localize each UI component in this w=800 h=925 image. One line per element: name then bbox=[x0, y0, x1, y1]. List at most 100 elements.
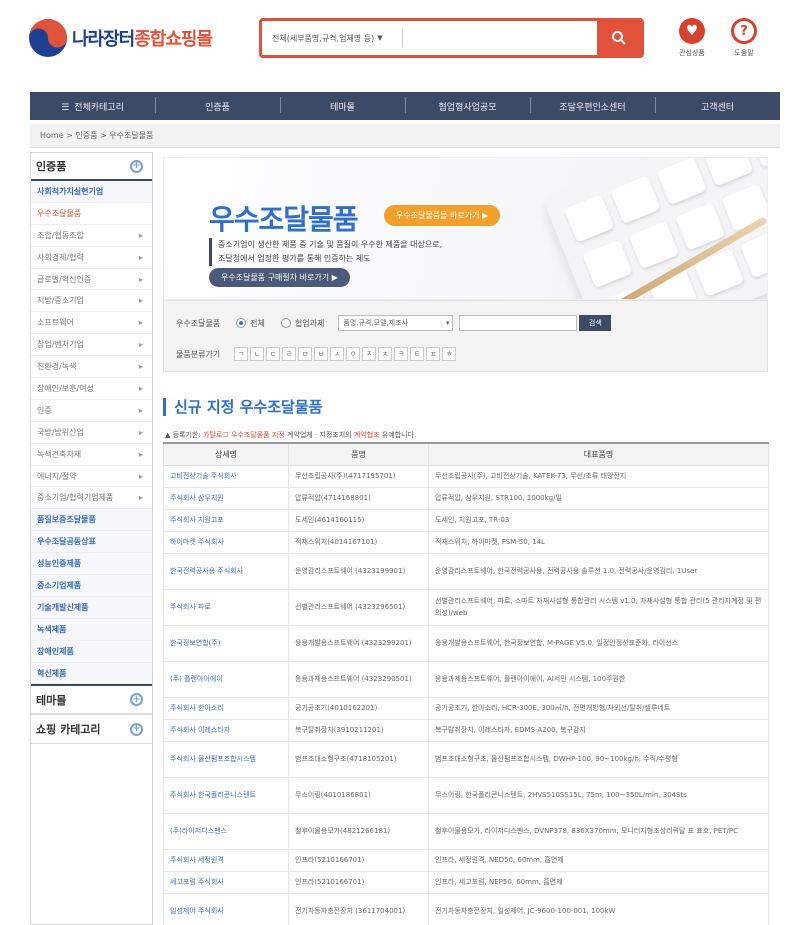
column-header: 대표품명 bbox=[428, 442, 769, 466]
product-name-link[interactable]: 한국정보연합(주) bbox=[163, 624, 289, 662]
sidebar-item[interactable]: 우수조달물품 bbox=[31, 203, 152, 225]
sidebar-item-label: 녹색건축자재 bbox=[37, 449, 82, 459]
consonant-button[interactable]: ㅂ bbox=[314, 347, 329, 361]
product-name-link[interactable]: 한국전력공사용 주식회사 bbox=[163, 552, 289, 590]
nav-collaboration[interactable]: 협업형사업공모 bbox=[405, 96, 530, 113]
product-name-link[interactable]: 일성제어 주식회사 bbox=[163, 892, 289, 925]
section-title: 신규 지정 우수조달물품 bbox=[163, 398, 322, 416]
table-row[interactable]: 주식회사 물산펌프조합시스템 범프조대소형구조(4718105201) 범프조대소형… bbox=[163, 740, 769, 778]
filter-field-select[interactable]: 품명,규격,모델,제조사 ▾ bbox=[338, 315, 454, 331]
sidebar-item[interactable]: 성능인증제품 bbox=[31, 553, 152, 576]
sidebar-item[interactable]: 녹색제품 bbox=[31, 618, 152, 641]
help-button[interactable]: ? 도움말 bbox=[724, 18, 764, 58]
product-name-link[interactable]: 주식회사 세정원격 bbox=[163, 848, 289, 872]
consonant-button[interactable]: ㅍ bbox=[426, 347, 441, 361]
sidebar-item[interactable]: 혁신제품 bbox=[31, 662, 152, 685]
search-input[interactable] bbox=[402, 29, 597, 47]
product-name-link[interactable]: 고비전상기술 주식회사 bbox=[163, 464, 289, 488]
table-row[interactable]: 일성제어 주식회사 전기자동차충전장치 (3611704001) 전기자동차충전장치… bbox=[163, 892, 769, 925]
table-row[interactable]: 한국정보연합(주) 응용개발용스프트웨어 (4323299201) 응용개발용스프트… bbox=[163, 624, 769, 662]
sidebar-item[interactable]: 소프트웨어 ▸ bbox=[31, 312, 152, 335]
consonant-button[interactable]: ㄹ bbox=[282, 347, 297, 361]
product-name-link[interactable]: (주) 플랜아이에이 bbox=[163, 660, 289, 698]
chevron-right-icon: ▸ bbox=[138, 296, 143, 306]
sidebar-item[interactable]: 지방/중소기업 ▸ bbox=[31, 290, 152, 313]
table-row[interactable]: 주식회사 지원고포 도세인(4614160115) 도세인, 지원고포, TR-03 bbox=[163, 508, 769, 532]
sidebar-item[interactable]: 친환경/녹색 ▸ bbox=[31, 356, 152, 379]
table-row[interactable]: 한국전력공사용 주식회사 운영감리스프트웨어 (4323199901) 운영감리스프… bbox=[163, 552, 769, 590]
consonant-button[interactable]: ㄱ bbox=[234, 347, 249, 361]
table-row[interactable]: 주식회사 파로 선별관리스프트웨어 (4323296501) 선별관리스프트웨어, … bbox=[163, 588, 769, 626]
product-name-link[interactable]: 주식회사 한아소리 bbox=[163, 696, 289, 720]
sidebar-item[interactable]: 중소기업제품 bbox=[31, 575, 152, 597]
search-scope-select[interactable]: 전체(세부품명,규격,업체명 등) ▼ bbox=[262, 21, 402, 55]
product-name-link[interactable]: 세고포럼 주식회사 bbox=[163, 870, 289, 894]
sidebar-item[interactable]: 사회적가치실현기업 bbox=[31, 181, 152, 203]
nav-certified[interactable]: 인증품 bbox=[155, 96, 280, 113]
radio-collab[interactable] bbox=[280, 318, 291, 328]
nav-procurement-center[interactable]: 조달우편인소센터 bbox=[530, 96, 655, 113]
nav-theme-mall[interactable]: 테마몰 bbox=[280, 96, 405, 113]
sidebar-item[interactable]: 조합/협동조합 ▸ bbox=[31, 225, 152, 247]
sidebar-header[interactable]: 인증품 + bbox=[31, 153, 152, 181]
consonant-button[interactable]: ㅈ bbox=[362, 347, 377, 361]
product-spec-cell: 선별관리스프트웨어, 파로, 스마트 자재사설형 통합관리 시스템 v1.0, … bbox=[428, 588, 769, 626]
sidebar-section-theme[interactable]: 테마몰 + bbox=[31, 684, 152, 715]
sidebar-item[interactable]: 중소기업/협력기업제품 ▸ bbox=[31, 487, 152, 510]
consonant-button[interactable]: ㅅ bbox=[330, 347, 345, 361]
table-row[interactable]: 주식회사 삼우지원 압류적압(4714168801) 압류적압, 삼우지원, STR… bbox=[163, 486, 769, 510]
product-name-link[interactable]: 주식회사 물산펌프조합시스템 bbox=[163, 740, 289, 778]
product-name-link[interactable]: (주)라이저디스펜스 bbox=[163, 812, 289, 850]
banner-shortcut-button[interactable]: 우수조달물품몰 바로가기 ▶ bbox=[384, 205, 501, 226]
nav-customer-center[interactable]: 고객센터 bbox=[655, 96, 780, 113]
wishlist-button[interactable]: ♥ 관심상품 bbox=[672, 18, 712, 58]
radio-all[interactable] bbox=[236, 318, 247, 328]
consonant-button[interactable]: ㅋ bbox=[394, 347, 409, 361]
sidebar-item[interactable]: 창업/벤처기업 ▸ bbox=[31, 334, 152, 357]
table-row[interactable]: 주식회사 한아소리 공기공조기(4010162201) 공기공조기, 한아소리, H… bbox=[163, 696, 769, 720]
sidebar-item[interactable]: 기술개발신제품 bbox=[31, 596, 152, 619]
product-name-link[interactable]: 하이마켓 주식회사 bbox=[163, 530, 289, 554]
help-label: 도움말 bbox=[734, 49, 754, 57]
sidebar-item[interactable]: 우수조달공동상표 bbox=[31, 531, 152, 554]
product-name-link[interactable]: 주식회사 지원고포 bbox=[163, 508, 289, 532]
product-name-link[interactable]: 주식회사 삼우지원 bbox=[163, 486, 289, 510]
sidebar-item[interactable]: 녹색건축자재 ▸ bbox=[31, 444, 152, 466]
table-row[interactable]: 하이마켓 주식회사 적재스위치(4014167101) 적재스위치, 하이마켓, F… bbox=[163, 530, 769, 554]
consonant-button[interactable]: ㄴ bbox=[250, 347, 265, 361]
product-item-cell: 전기자동차충전장치 (3611704001) bbox=[288, 892, 429, 925]
product-name-link[interactable]: 주식회사 한국폴리콘니스텐트 bbox=[163, 776, 289, 814]
nav-all-categories[interactable]: ☰ 전체카테고리 bbox=[30, 100, 155, 113]
table-row[interactable]: 세고포럼 주식회사 인프라(5210166701) 인프라, 세고포럼, NEP50… bbox=[163, 870, 769, 894]
sidebar-item[interactable]: 글로벌/혁신인증 ▸ bbox=[31, 269, 152, 291]
consonant-button[interactable]: ㅁ bbox=[298, 347, 313, 361]
sidebar-item[interactable]: 장애인/보훈/여성 ▸ bbox=[31, 378, 152, 400]
consonant-button[interactable]: ㄷ bbox=[266, 347, 281, 361]
table-row[interactable]: 주식회사 세정원격 인프라(5210166701) 인프라, 세정원격, NED50… bbox=[163, 848, 769, 872]
site-logo[interactable]: 나라장터종합쇼핑몰 bbox=[28, 18, 213, 58]
sidebar-item[interactable]: 사회경제/협력 ▸ bbox=[31, 247, 152, 269]
table-row[interactable]: 주식회사 한국폴리콘니스텐트 무스이링(4010186801) 무스이링, 한국폴리… bbox=[163, 776, 769, 814]
sidebar-item[interactable]: 장애인제품 bbox=[31, 640, 152, 663]
table-row[interactable]: (주) 플랜아이에이 응용과제용스프트웨어 (4323290501) 응용과제용스프… bbox=[163, 660, 769, 698]
sidebar-item[interactable]: 국방/방위산업 ▸ bbox=[31, 422, 152, 444]
product-name-link[interactable]: 주식회사 파로 bbox=[163, 588, 289, 626]
consonant-button[interactable]: ㅎ bbox=[442, 347, 457, 361]
product-spec-cell: 압류적압, 삼우지원, STR100, 1000kg/일 bbox=[428, 486, 769, 510]
search-button[interactable] bbox=[597, 21, 641, 55]
sidebar-item[interactable]: 에너지/절약 ▸ bbox=[31, 466, 152, 488]
filter-search-button[interactable]: 검색 bbox=[579, 315, 612, 331]
sidebar-item[interactable]: 품질보증조달물품 bbox=[31, 509, 152, 532]
sidebar-item[interactable]: 인증 ▸ bbox=[31, 400, 152, 422]
sidebar-section-shopping[interactable]: 쇼핑 카테고리 + bbox=[31, 714, 152, 745]
filter-keyword-input[interactable] bbox=[459, 315, 578, 331]
table-row[interactable]: (주)라이저디스펜스 철후이물용모가(4821266181) 철후이물용모가, 라이… bbox=[163, 812, 769, 850]
banner-procedure-button[interactable]: 우수조달물품 구매절차 바로가기 ▶ bbox=[209, 268, 350, 287]
sidebar-item-label: 혁신제품 bbox=[37, 668, 67, 678]
table-row[interactable]: 주식회사 이레스타자 복구탈취장치(3910211201) 복구탈취장치, 이레스타… bbox=[163, 718, 769, 742]
consonant-button[interactable]: ㅊ bbox=[378, 347, 393, 361]
product-name-link[interactable]: 주식회사 이레스타자 bbox=[163, 718, 289, 742]
table-row[interactable]: 고비전상기술 주식회사 무선조립공사(주)(4717195701) 무선조립공사(주… bbox=[163, 464, 769, 488]
consonant-button[interactable]: ㅌ bbox=[410, 347, 425, 361]
consonant-button[interactable]: ㅇ bbox=[346, 347, 361, 361]
